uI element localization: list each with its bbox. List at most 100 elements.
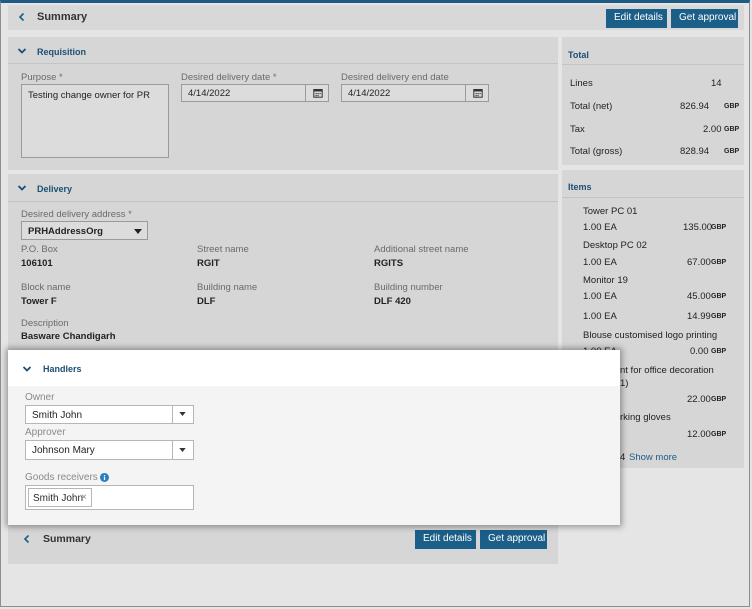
page-title: Summary: [37, 11, 88, 23]
item-name[interactable]: Desktop PC 02: [583, 240, 647, 251]
delivery-title: Delivery: [37, 184, 73, 194]
receiver-tag: Smith John ×: [28, 488, 92, 507]
calendar-icon: [473, 89, 483, 98]
tax-label: Tax: [570, 124, 585, 135]
owner-label: Owner: [25, 392, 55, 403]
item-currency: GBP: [711, 259, 727, 266]
item-name[interactable]: nt for office decoration: [620, 365, 714, 376]
approver-dropdown-button[interactable]: [172, 441, 193, 459]
owner-value: Smith John: [32, 410, 83, 421]
item-name[interactable]: Tower PC 01: [583, 206, 637, 217]
additional-street-value: RGITS: [374, 258, 404, 269]
delivery-date-value: 4/14/2022: [188, 88, 231, 99]
info-icon[interactable]: [100, 473, 109, 482]
chevron-down-icon[interactable]: [17, 183, 27, 193]
tax-value: 2.00: [703, 124, 722, 135]
calendar-button[interactable]: [465, 84, 489, 102]
description-label: Description: [21, 318, 69, 329]
items-title: Items: [568, 182, 592, 192]
purpose-label: Purpose *: [21, 72, 63, 83]
remove-tag-icon[interactable]: ×: [81, 492, 87, 503]
item-qty: 1): [620, 378, 629, 389]
item-price: 135.00: [683, 222, 713, 233]
delivery-end-label: Desired delivery end date: [341, 72, 449, 83]
block-name-value: Tower F: [21, 296, 57, 307]
street-name-value: RGIT: [197, 258, 220, 269]
total-net-label: Total (net): [570, 101, 613, 112]
caret-down-icon: [134, 229, 142, 234]
requisition-header[interactable]: [8, 37, 558, 64]
item-qty: 1.00 EA: [583, 222, 617, 233]
show-more-link[interactable]: Show more: [629, 452, 677, 463]
chevron-down-icon[interactable]: [22, 364, 32, 374]
po-box-value: 106101: [21, 258, 53, 269]
delivery-address-label: Desired delivery address *: [21, 209, 132, 220]
handlers-title: Handlers: [43, 364, 82, 374]
building-number-label: Building number: [374, 282, 443, 293]
lines-label: Lines: [570, 78, 593, 89]
footer-edit-details-button[interactable]: Edit details: [415, 530, 476, 549]
more-count: 4: [620, 452, 626, 463]
item-price: 12.00: [687, 429, 711, 440]
po-box-label: P.O. Box: [21, 244, 58, 255]
block-name-label: Block name: [21, 282, 71, 293]
item-price: 0.00: [690, 346, 709, 357]
item-currency: GBP: [711, 313, 727, 320]
approver-label: Approver: [25, 427, 66, 438]
total-gross-value: 828.94: [680, 146, 710, 157]
additional-street-label: Additional street name: [374, 244, 469, 255]
total-gross-currency: GBP: [724, 148, 740, 155]
total-header: [562, 37, 744, 65]
delivery-end-value: 4/14/2022: [348, 88, 391, 99]
calendar-button[interactable]: [305, 84, 329, 102]
back-chevron-icon[interactable]: [22, 534, 32, 544]
item-currency: GBP: [711, 224, 727, 231]
purpose-value: Testing change owner for PR: [28, 90, 150, 101]
delivery-address-select[interactable]: PRHAddressOrg: [21, 221, 148, 240]
footer-title: Summary: [43, 533, 91, 545]
delivery-header[interactable]: [8, 174, 558, 202]
item-currency: GBP: [711, 348, 727, 355]
building-name-value: DLF: [197, 296, 216, 307]
tax-currency: GBP: [724, 126, 740, 133]
total-net-currency: GBP: [724, 103, 740, 110]
description-value: Basware Chandigarh: [21, 331, 116, 342]
item-currency: GBP: [711, 396, 727, 403]
item-price: 14.99: [687, 311, 711, 322]
street-name-label: Street name: [197, 244, 249, 255]
requisition-title: Requisition: [37, 47, 86, 57]
delivery-address-value: PRHAddressOrg: [28, 226, 103, 237]
lines-value: 14: [711, 78, 722, 89]
item-qty: 1.00 EA: [583, 257, 617, 268]
caret-down-icon: [179, 412, 186, 416]
approver-select[interactable]: Johnson Mary: [25, 440, 194, 460]
calendar-icon: [313, 89, 323, 98]
item-price: 22.00: [687, 394, 711, 405]
total-gross-label: Total (gross): [570, 146, 623, 157]
building-name-label: Building name: [197, 282, 258, 293]
item-currency: GBP: [711, 431, 727, 438]
footer-get-approval-button[interactable]: Get approval: [480, 530, 547, 549]
item-price: 45.00: [687, 291, 711, 302]
item-name[interactable]: Monitor 19: [583, 275, 628, 286]
total-net-value: 826.94: [680, 101, 710, 112]
owner-dropdown-button[interactable]: [172, 406, 193, 423]
item-name[interactable]: Blouse customised logo printing: [583, 330, 717, 341]
item-name[interactable]: rking gloves: [620, 412, 671, 423]
edit-details-button[interactable]: Edit details: [606, 9, 667, 28]
back-chevron-icon[interactable]: [17, 12, 27, 22]
total-title: Total: [568, 50, 589, 60]
delivery-date-label: Desired delivery date *: [181, 72, 277, 83]
approver-value: Johnson Mary: [32, 445, 95, 456]
get-approval-button[interactable]: Get approval: [671, 9, 738, 28]
chevron-down-icon[interactable]: [17, 46, 27, 56]
owner-select[interactable]: Smith John: [25, 405, 194, 424]
building-number-value: DLF 420: [374, 296, 411, 307]
item-qty: 1.00 EA: [583, 291, 617, 302]
purpose-field[interactable]: Testing change owner for PR: [21, 84, 169, 158]
item-currency: GBP: [711, 293, 727, 300]
item-qty: 1.00 EA: [583, 311, 617, 322]
item-price: 67.00: [687, 257, 711, 268]
handlers-header[interactable]: [8, 350, 620, 386]
caret-down-icon: [179, 448, 186, 452]
